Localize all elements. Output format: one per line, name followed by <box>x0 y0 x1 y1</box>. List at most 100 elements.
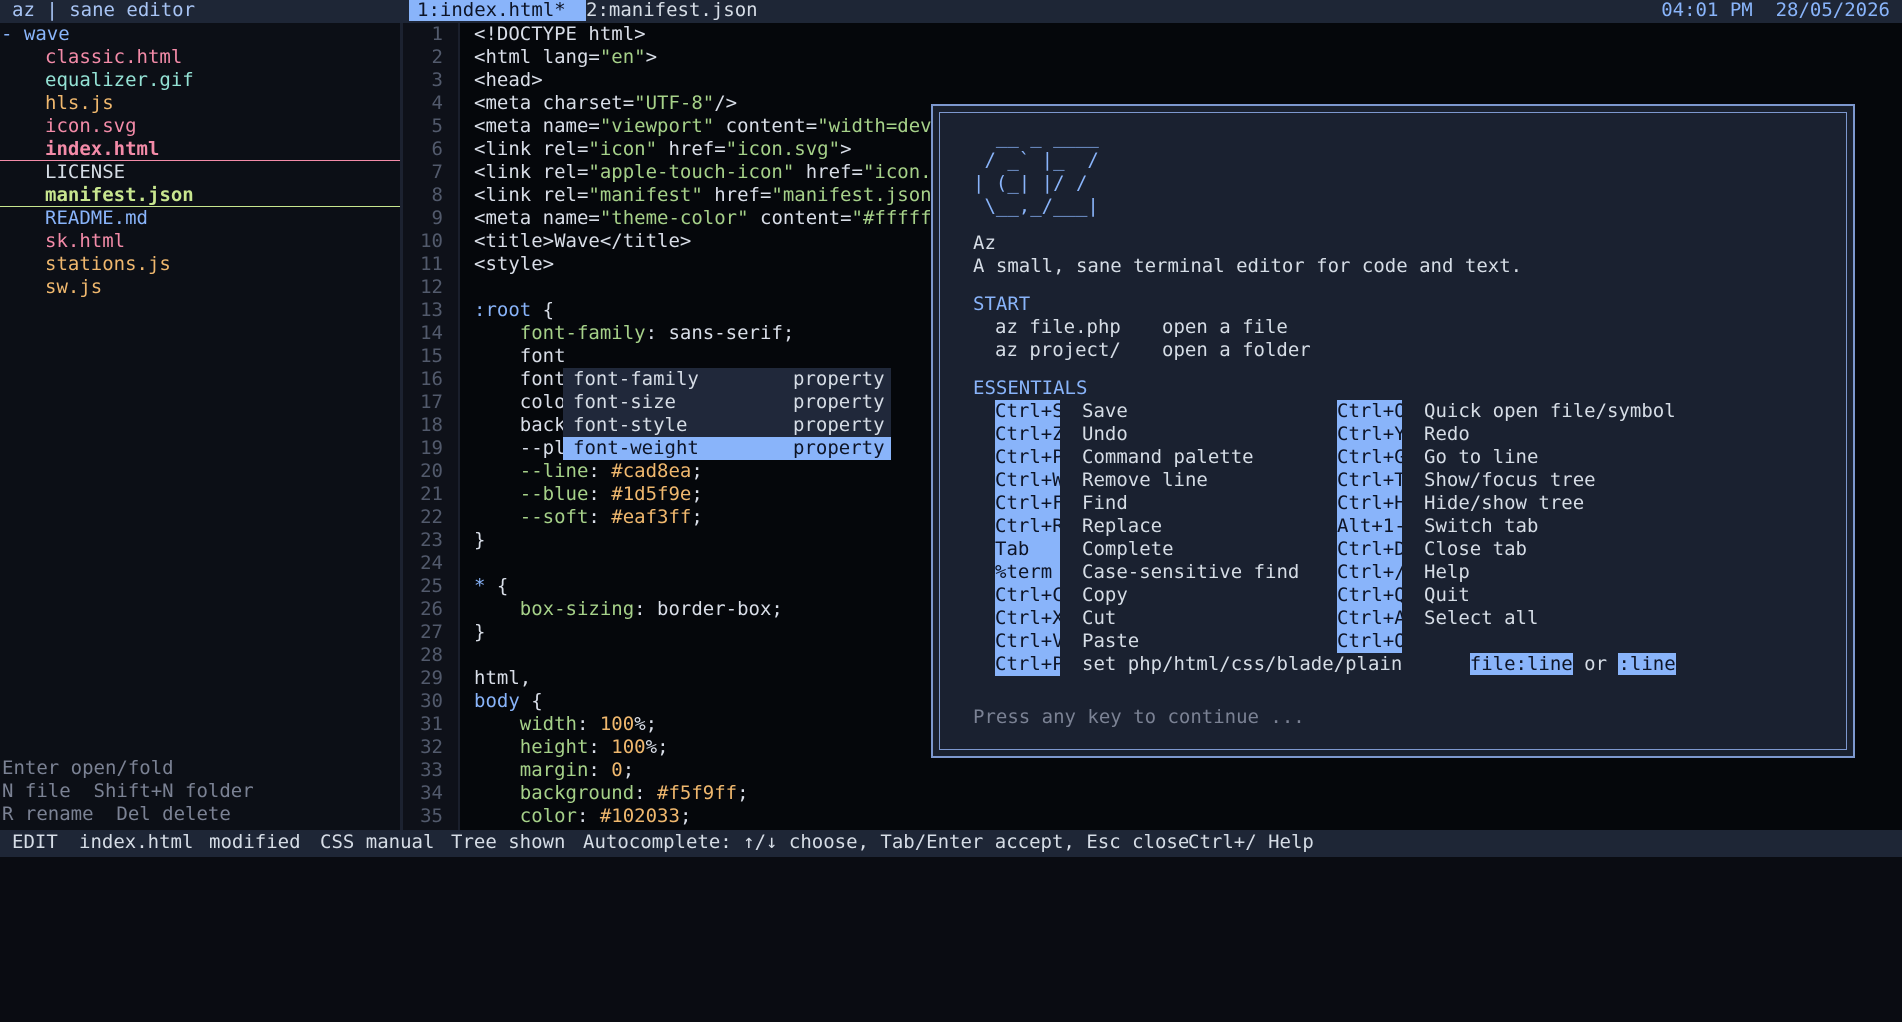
shortcut-key-chip: Ctrl+Y <box>1337 423 1402 446</box>
code-line[interactable]: <link rel="apple-touch-icon" href="icon.… <box>474 161 954 184</box>
code-line[interactable]: --soft: #eaf3ff; <box>474 506 703 529</box>
shortcut-desc: Select all <box>1424 607 1539 629</box>
status-help: Ctrl+/ Help <box>1188 831 1314 853</box>
autocomplete-item[interactable]: font-family property <box>563 368 891 391</box>
line-number: 24 <box>420 552 443 574</box>
code-line[interactable]: background: #f5f9ff; <box>474 782 749 805</box>
line-number: 4 <box>431 92 443 114</box>
autocomplete-item[interactable]: font-style property <box>563 414 891 437</box>
line-number: 23 <box>420 529 443 551</box>
code-line[interactable]: box-sizing: border-box; <box>474 598 783 621</box>
code-line[interactable]: colo <box>474 391 566 414</box>
tree-file-item[interactable]: stations.js <box>0 253 400 276</box>
tree-file-item[interactable]: index.html <box>0 138 400 161</box>
autocomplete-item-kind: property <box>793 414 885 436</box>
shortcut-desc: Find <box>1082 492 1128 514</box>
tree-file-item[interactable]: hls.js <box>0 92 400 115</box>
shortcut-key-chip: Ctrl+P <box>995 653 1060 676</box>
autocomplete-item-kind: property <box>793 437 885 459</box>
tree-hint: Enter open/fold <box>2 757 174 779</box>
code-line[interactable]: <title>Wave</title> <box>474 230 691 253</box>
code-line[interactable]: :root { <box>474 299 554 322</box>
shortcut-key-chip: Ctrl+P <box>995 446 1060 469</box>
code-line[interactable]: <style> <box>474 253 554 276</box>
autocomplete-item-name: font-size <box>573 391 676 413</box>
autocomplete-item[interactable]: font-weight property <box>563 437 891 460</box>
tree-hint: R rename Del delete <box>2 803 231 825</box>
code-line[interactable]: <!DOCTYPE html> <box>474 23 646 46</box>
shortcut-desc: Quick open file/symbol <box>1424 400 1676 422</box>
code-line[interactable]: --pl <box>474 437 566 460</box>
autocomplete-item-name: font-family <box>573 368 699 390</box>
line-number: 10 <box>420 230 443 252</box>
file-tree: - wave classic.html equalizer.gif hls.js ic… <box>0 23 400 830</box>
shortcut-goto-line-desc: file:line or :line <box>1424 630 1676 699</box>
code-line[interactable]: } <box>474 621 485 644</box>
line-number: 25 <box>420 575 443 597</box>
tree-file-item[interactable]: LICENSE <box>0 161 400 184</box>
line-number: 8 <box>431 184 443 206</box>
code-line[interactable]: color: #102033; <box>474 805 692 828</box>
shortcut-key-chip: %term <box>995 561 1060 584</box>
code-line[interactable]: html, <box>474 667 531 690</box>
line-gutter: 1 2 3 4 5 6 7 8 9 10 11 12 13 14 15 16 17 18 19 20 21 22 23 24 2… <box>403 23 458 830</box>
line-number: 34 <box>420 782 443 804</box>
tab-manifest-json[interactable]: 2:manifest.json <box>578 0 766 21</box>
line-number: 9 <box>431 207 443 229</box>
or-text: or <box>1572 653 1619 675</box>
start-cmd: az file.php <box>995 316 1121 338</box>
shortcut-key-chip: Ctrl+X <box>995 607 1060 630</box>
tree-file-item[interactable]: manifest.json <box>0 184 400 207</box>
shortcut-key-chip: Ctrl+D <box>1337 538 1402 561</box>
code-line[interactable]: <meta name="theme-color" content="#fffff… <box>474 207 954 230</box>
tree-file-item[interactable]: README.md <box>0 207 400 230</box>
shortcut-desc: Help <box>1424 561 1470 583</box>
help-tagline: A small, sane terminal editor for code a… <box>973 255 1523 277</box>
code-line[interactable]: <meta name="viewport" content="width=dev… <box>474 115 954 138</box>
line-number: 3 <box>431 69 443 91</box>
tab-index-html[interactable]: 1:index.html* <box>409 0 586 21</box>
tree-file-item[interactable]: equalizer.gif <box>0 69 400 92</box>
code-line[interactable]: * { <box>474 575 508 598</box>
line-number: 6 <box>431 138 443 160</box>
top-bar: az | sane editor 1:index.html* 2:manifes… <box>0 0 1902 23</box>
tree-file-item[interactable]: classic.html <box>0 46 400 69</box>
code-line[interactable]: --line: #cad8ea; <box>474 460 703 483</box>
tree-file-item[interactable]: sw.js <box>0 276 400 299</box>
code-line[interactable]: font <box>474 368 566 391</box>
code-line[interactable]: font-family: sans-serif; <box>474 322 795 345</box>
shortcut-key: Ctrl+O <box>1337 630 1402 659</box>
code-line[interactable]: margin: 0; <box>474 759 634 782</box>
status-language: CSS manual <box>320 831 435 853</box>
shortcut-desc: Redo <box>1424 423 1470 445</box>
tree-file-item[interactable]: icon.svg <box>0 115 400 138</box>
line-number: 11 <box>420 253 443 275</box>
line-number: 14 <box>420 322 443 344</box>
code-line[interactable]: font <box>474 345 566 368</box>
code-line[interactable]: <link rel="manifest" href="manifest.json… <box>474 184 954 207</box>
autocomplete-item-name: font-style <box>573 414 688 436</box>
code-line[interactable]: <head> <box>474 69 543 92</box>
shortcut-desc: Switch tab <box>1424 515 1539 537</box>
code-line[interactable]: <meta charset="UTF-8"/> <box>474 92 737 115</box>
code-line[interactable]: back <box>474 414 566 437</box>
line-number: 22 <box>420 506 443 528</box>
status-bar: EDIT index.html modified CSS manual Tree… <box>0 830 1902 857</box>
code-line[interactable]: body { <box>474 690 543 713</box>
shortcut-key-chip: Ctrl+A <box>1337 607 1402 630</box>
tree-root-folder[interactable]: - wave <box>0 23 401 46</box>
line-number: 13 <box>420 299 443 321</box>
code-line[interactable]: <html lang="en"> <box>474 46 657 69</box>
line-chip: :line <box>1618 653 1676 675</box>
code-line[interactable]: --blue: #1d5f9e; <box>474 483 703 506</box>
tree-hint: N file Shift+N folder <box>2 780 254 802</box>
autocomplete-item[interactable]: font-size property <box>563 391 891 414</box>
shortcut-desc: Quit <box>1424 584 1470 606</box>
tree-file-item[interactable]: sk.html <box>0 230 400 253</box>
code-line[interactable]: height: 100%; <box>474 736 669 759</box>
help-dialog[interactable]: __ _ ____ / _` |_ / | (_| |/ / \__,_/___… <box>931 104 1855 758</box>
code-line[interactable]: <link rel="icon" href="icon.svg"> <box>474 138 852 161</box>
code-line[interactable]: } <box>474 529 485 552</box>
start-heading: START <box>973 293 1031 315</box>
code-line[interactable]: width: 100%; <box>474 713 657 736</box>
